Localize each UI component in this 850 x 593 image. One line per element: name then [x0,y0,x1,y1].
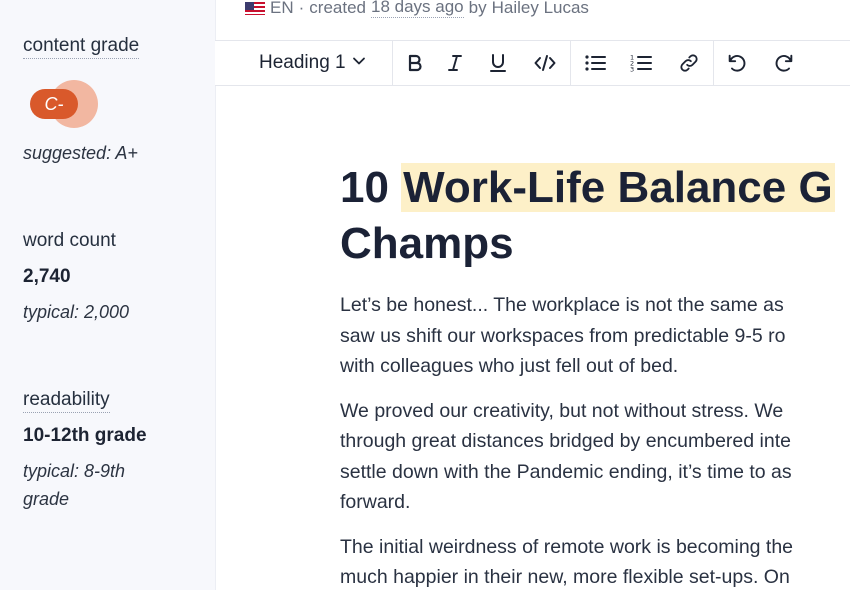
paragraph-line: The initial weirdness of remote work is … [340,535,794,558]
paragraph[interactable]: The initial weirdness of remote work is … [340,532,850,593]
title-text-start: 10 [340,163,402,212]
paragraph-line: saw us shift our workspaces from predict… [340,324,786,347]
undo-button[interactable] [721,47,753,79]
paragraph-line: much happier in their new, more flexible… [340,566,790,588]
document-title[interactable]: 10 Work-Life Balance G Champs [340,160,850,272]
editor-toolbar: Heading 1 1 2 3 [215,40,850,86]
word-count-typical: typical: 2,000 [23,302,130,322]
underline-button[interactable] [482,47,514,79]
toolbar-divider [392,41,393,85]
undo-icon [728,54,746,72]
content-grade-badge: C- [30,80,98,130]
svg-text:3: 3 [630,66,634,74]
paragraph-line: settle down with the Pandemic ending, it… [340,460,792,483]
meta-separator: · [298,0,305,17]
word-count-value: 2,740 [23,266,71,287]
numbered-list-icon: 1 2 3 [630,54,652,74]
readability-typical-line1: typical: 8-9th [23,461,126,481]
code-icon [534,55,556,71]
readability-typical: typical: 8-9th grade [23,457,203,513]
link-icon [680,54,698,72]
paragraph-line: through great distances bridged by encum… [340,430,791,452]
code-button[interactable] [529,47,561,79]
suggested-grade: suggested: A+ [23,143,138,163]
heading-style-label: Heading 1 [259,52,346,73]
paragraph-line: forward. [340,491,411,513]
bold-button[interactable] [399,47,431,79]
content-grade-label[interactable]: content grade [23,35,140,59]
bullet-list-button[interactable] [579,47,611,79]
bold-icon [408,54,422,72]
language-code[interactable]: EN [270,0,294,18]
readability-value: 10-12th grade [23,425,147,446]
toolbar-divider [570,41,571,85]
chevron-down-icon [352,52,366,74]
readability-label[interactable]: readability [23,389,110,413]
toolbar-divider [713,41,714,85]
italic-icon [448,55,462,71]
paragraph-line: We proved our creativity, but not withou… [340,399,784,422]
readability-typical-line2: grade [23,489,70,509]
sidebar: content grade C- suggested: A+ word coun… [0,0,216,590]
redo-button[interactable] [768,47,800,79]
word-count-label: word count [23,230,116,251]
grade-pill: C- [30,89,78,119]
us-flag-icon [245,1,265,15]
italic-button[interactable] [439,47,471,79]
redo-icon [775,54,793,72]
created-date[interactable]: 18 days ago [371,0,464,18]
title-highlight: Work-Life Balance G [401,163,835,212]
paragraph[interactable]: Let’s be honest... The workplace is not … [340,290,850,382]
bullet-list-icon [585,55,606,71]
heading-style-select[interactable]: Heading 1 [259,49,366,77]
paragraph-line: with colleagues who just fell out of bed… [340,355,679,377]
document-meta: EN · created 18 days ago by Hailey Lucas [245,0,589,18]
created-prefix: created [309,0,366,17]
numbered-list-button[interactable]: 1 2 3 [625,47,657,79]
paragraph-line: Let’s be honest... The workplace is not … [340,294,784,316]
link-button[interactable] [673,47,705,79]
paragraph[interactable]: We proved our creativity, but not withou… [340,396,850,518]
underline-icon [490,54,506,72]
author-name: Hailey Lucas [491,0,589,17]
document-body[interactable]: 10 Work-Life Balance G Champs Let’s be h… [340,160,850,593]
title-text-line2: Champs [340,219,514,268]
by-prefix: by [468,0,487,17]
